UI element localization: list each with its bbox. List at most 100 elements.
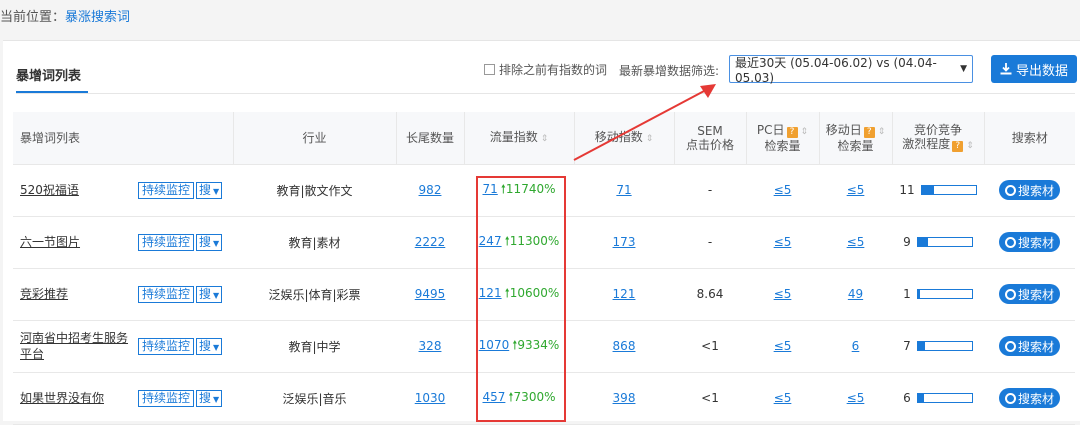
col-traffic-label: 流量指数: [489, 129, 538, 144]
material-cell: 搜索材: [984, 268, 1075, 321]
breadcrumb-current[interactable]: 暴涨搜索词: [65, 10, 130, 25]
longtail-link[interactable]: 1030: [415, 391, 446, 405]
mobile-daily-link[interactable]: 49: [848, 287, 863, 301]
monitor-button[interactable]: 持续监控: [138, 181, 195, 199]
search-dropdown-label: 搜: [199, 390, 212, 405]
mobile-daily-link[interactable]: ≤5: [847, 183, 865, 197]
search-dropdown-label: 搜: [199, 234, 212, 249]
search-material-button[interactable]: 搜索材: [998, 336, 1060, 356]
mobile-daily-cell: ≤5: [819, 216, 892, 269]
col-competition[interactable]: 竞价竞争 激烈程度? ⇕: [892, 112, 985, 165]
search-material-button[interactable]: 搜索材: [998, 232, 1060, 252]
mobile-link[interactable]: 121: [613, 287, 636, 301]
mobile-link[interactable]: 398: [613, 391, 636, 405]
help-icon[interactable]: ?: [863, 126, 875, 138]
monitor-button[interactable]: 持续监控: [138, 337, 195, 355]
search-dropdown-label: 搜: [199, 286, 212, 301]
col-mobile-daily[interactable]: 移动日? ⇕ 检索量: [819, 112, 893, 165]
keyword-link[interactable]: 520祝福语: [20, 182, 138, 198]
sort-icon[interactable]: ⇕: [541, 134, 549, 144]
keyword-link[interactable]: 如果世界没有你: [20, 390, 138, 406]
pc-daily-link[interactable]: ≤5: [774, 391, 792, 405]
pc-daily-link[interactable]: ≤5: [774, 339, 792, 353]
pc-daily-link[interactable]: ≤5: [774, 183, 792, 197]
search-dropdown[interactable]: 搜 ▼: [196, 181, 223, 199]
longtail-cell: 9495: [396, 268, 464, 321]
search-dropdown-label: 搜: [199, 182, 212, 197]
pc-daily-cell: ≤5: [746, 164, 819, 217]
longtail-link[interactable]: 982: [419, 183, 442, 197]
competition-cell: 9: [892, 216, 984, 269]
competition-fill: [917, 238, 928, 246]
search-dropdown[interactable]: 搜 ▼: [196, 285, 223, 303]
monitor-button[interactable]: 持续监控: [138, 285, 195, 303]
mobile-cell: 173: [574, 216, 674, 269]
mobile-cell: 71: [574, 164, 674, 217]
search-icon: [1004, 288, 1016, 300]
material-cell: 搜索材: [984, 372, 1075, 425]
sort-icon[interactable]: ⇕: [878, 127, 886, 137]
keyword-link[interactable]: 竞彩推荐: [20, 286, 138, 302]
mobile-cell: 398: [574, 372, 674, 425]
highlight-box: [476, 176, 566, 422]
pc-daily-cell: ≤5: [746, 372, 819, 425]
search-material-button[interactable]: 搜索材: [998, 388, 1060, 408]
mobile-daily-link[interactable]: ≤5: [847, 391, 865, 405]
table-header-row: 暴增词列表 行业 长尾数量 流量指数⇕ 移动指数⇕ SEM点击价格 PC日?⇕检…: [13, 112, 1075, 165]
help-icon[interactable]: ?: [786, 126, 798, 138]
keyword-cell: 520祝福语 持续监控搜 ▼: [13, 164, 233, 217]
export-button[interactable]: 导出数据: [991, 55, 1077, 83]
mobile-link[interactable]: 71: [616, 183, 631, 197]
material-cell: 搜索材: [984, 164, 1075, 217]
monitor-button[interactable]: 持续监控: [138, 233, 195, 251]
col-traffic[interactable]: 流量指数 ⇕: [464, 112, 575, 165]
pc-daily-cell: ≤5: [746, 216, 819, 269]
caret-down-icon: ▼: [213, 186, 220, 196]
sort-icon[interactable]: ⇕: [966, 141, 974, 151]
competition-value: 6: [903, 391, 911, 405]
competition-bar: [916, 341, 973, 351]
date-range-select[interactable]: 最近30天 (05.04-06.02) vs (04.04-05.03) ▼: [729, 55, 973, 85]
col-material: 搜索材: [984, 112, 1075, 165]
exclude-checkbox[interactable]: 排除之前有指数的词: [484, 61, 607, 78]
mobile-link[interactable]: 173: [613, 235, 636, 249]
col-pc-daily[interactable]: PC日? ⇕ 检索量: [746, 112, 820, 165]
help-icon[interactable]: ?: [952, 140, 964, 152]
mobile-daily-link[interactable]: 6: [852, 339, 860, 353]
longtail-link[interactable]: 9495: [415, 287, 446, 301]
competition-value: 1: [903, 287, 911, 301]
pc-daily-link[interactable]: ≤5: [774, 287, 792, 301]
competition-cell: 6: [892, 372, 984, 425]
longtail-link[interactable]: 2222: [415, 235, 446, 249]
industry-cell: 教育|素材: [233, 216, 396, 269]
search-dropdown-label: 搜: [199, 338, 212, 353]
keyword-cell: 六一节图片 持续监控搜 ▼: [13, 216, 233, 269]
pc-daily-cell: ≤5: [746, 320, 819, 373]
sem-cell: -: [674, 164, 746, 217]
keyword-link[interactable]: 六一节图片: [20, 234, 138, 250]
keyword-cell: 河南省中招考生服务平台持续监控搜 ▼: [13, 320, 233, 373]
material-cell: 搜索材: [984, 320, 1075, 373]
search-dropdown[interactable]: 搜 ▼: [196, 337, 223, 355]
pc-daily-link[interactable]: ≤5: [774, 235, 792, 249]
longtail-cell: 2222: [396, 216, 464, 269]
mobile-daily-cell: 6: [819, 320, 892, 373]
divider: [16, 93, 1075, 94]
search-dropdown[interactable]: 搜 ▼: [196, 233, 223, 251]
search-dropdown[interactable]: 搜 ▼: [196, 389, 223, 407]
search-material-button[interactable]: 搜索材: [998, 284, 1060, 304]
date-range-value: 最近30天 (05.04-06.02) vs (04.04-05.03): [735, 55, 937, 85]
keyword-link[interactable]: 河南省中招考生服务平台: [20, 330, 138, 362]
col-longtail: 长尾数量: [396, 112, 465, 165]
monitor-button[interactable]: 持续监控: [138, 389, 195, 407]
material-cell: 搜索材: [984, 216, 1075, 269]
mobile-link[interactable]: 868: [613, 339, 636, 353]
longtail-link[interactable]: 328: [419, 339, 442, 353]
search-material-label: 搜索材: [1017, 391, 1054, 406]
checkbox-icon[interactable]: [484, 64, 495, 75]
panel-title: 暴增词列表: [16, 69, 82, 84]
sort-icon[interactable]: ⇕: [801, 127, 809, 137]
sem-cell: -: [674, 216, 746, 269]
search-material-button[interactable]: 搜索材: [998, 180, 1060, 200]
mobile-daily-link[interactable]: ≤5: [847, 235, 865, 249]
